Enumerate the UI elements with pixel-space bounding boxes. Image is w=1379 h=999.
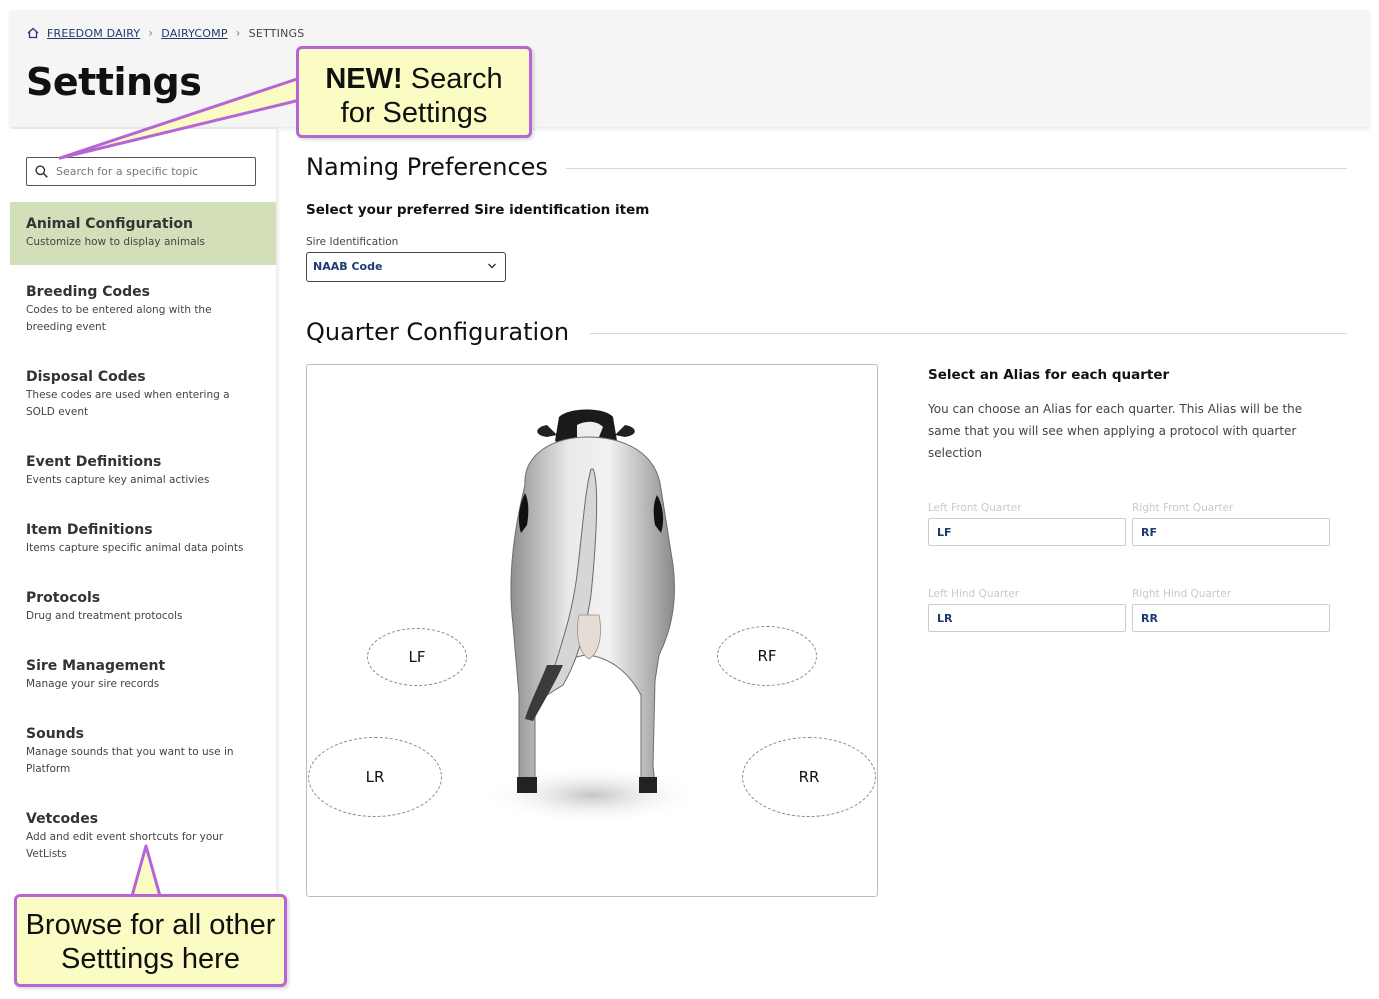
sidebar-item-desc: Manage your sire records [26, 678, 160, 690]
sidebar-item-desc: Events capture key animal activies [26, 474, 210, 486]
callout-search-text-line2: for Settings [340, 97, 488, 129]
callout-browse-line1: Browse for all other [25, 909, 276, 941]
section-divider [566, 168, 1347, 169]
sidebar-item-event-definitions[interactable]: Event Definitions Events capture key ani… [10, 440, 276, 503]
quarter-configuration-title: Quarter Configuration [306, 318, 570, 346]
settings-app: FREEDOM DAIRY › DAIRYCOMP › SETTINGS Set… [10, 10, 1369, 920]
sidebar-item-title: Sire Management [26, 658, 166, 674]
sidebar-item-breeding-codes[interactable]: Breeding Codes Codes to be entered along… [10, 270, 276, 350]
sire-id-select[interactable]: NAAB Code [306, 252, 506, 282]
callout-search-text: Search [402, 63, 503, 95]
lf-alias-input[interactable] [937, 526, 1117, 539]
chevron-down-icon [488, 263, 496, 269]
sidebar-item-title: Animal Configuration [26, 216, 193, 232]
sidebar-item-disposal-codes[interactable]: Disposal Codes These codes are used when… [10, 355, 276, 435]
chevron-right-icon: › [235, 26, 241, 40]
sidebar-item-item-definitions[interactable]: Item Definitions Items capture specific … [10, 508, 276, 571]
sidebar-item-protocols[interactable]: Protocols Drug and treatment protocols [10, 576, 276, 639]
lr-alias-input[interactable] [937, 612, 1117, 625]
page-title: Settings [26, 60, 202, 104]
sidebar-item-sounds[interactable]: Sounds Manage sounds that you want to us… [10, 712, 276, 792]
browse-callout: Browse for all other Setttings here [14, 894, 287, 987]
sidebar-item-title: Vetcodes [26, 811, 99, 827]
sidebar-item-desc: Customize how to display animals [26, 236, 206, 248]
quarter-ellipse-lf[interactable]: LF [367, 628, 467, 686]
search-input[interactable] [54, 164, 248, 179]
sidebar-item-title: Event Definitions [26, 454, 162, 470]
settings-sidebar: Animal Configuration Customize how to di… [10, 129, 276, 920]
sidebar-item-title: Disposal Codes [26, 369, 146, 385]
sidebar-item-desc: Codes to be entered along with the breed… [26, 304, 212, 333]
sidebar-item-desc: Add and edit event shortcuts for your Ve… [26, 831, 224, 860]
breadcrumb-settings: SETTINGS [248, 26, 305, 40]
rf-alias-input[interactable] [1141, 526, 1321, 539]
rr-alias-field[interactable] [1132, 604, 1330, 632]
sidebar-item-title: Sounds [26, 726, 84, 742]
sidebar-item-desc: These codes are used when entering a SOL… [26, 389, 230, 418]
quarter-ellipse-rr[interactable]: RR [742, 737, 876, 817]
sire-id-label: Sire Identification [306, 236, 399, 248]
sire-id-heading: Select your preferred Sire identificatio… [306, 202, 650, 218]
search-callout: NEW! Search for Settings [296, 46, 532, 138]
naming-preferences-title: Naming Preferences [306, 153, 548, 181]
chevron-right-icon: › [148, 26, 154, 40]
rr-alias-label: Right Hind Quarter [1132, 588, 1232, 600]
alias-description: You can choose an Alias for each quarter… [928, 402, 1303, 460]
page-header: FREEDOM DAIRY › DAIRYCOMP › SETTINGS Set… [10, 10, 1369, 127]
sidebar-item-desc: Items capture specific animal data point… [26, 542, 244, 554]
section-divider [590, 333, 1347, 334]
lf-alias-field[interactable] [928, 518, 1126, 546]
home-icon [27, 27, 39, 39]
search-icon [35, 165, 48, 178]
breadcrumb-freedom-dairy[interactable]: FREEDOM DAIRY [47, 27, 140, 40]
callout-browse-line2: Setttings here [61, 943, 240, 975]
quarter-ellipse-lr[interactable]: LR [308, 737, 442, 817]
rr-alias-input[interactable] [1141, 612, 1321, 625]
sidebar-item-animal-configuration[interactable]: Animal Configuration Customize how to di… [10, 202, 276, 265]
sire-id-selected-value: NAAB Code [313, 260, 383, 273]
sidebar-item-title: Breeding Codes [26, 284, 150, 300]
lf-alias-label: Left Front Quarter [928, 502, 1022, 514]
alias-heading: Select an Alias for each quarter [928, 367, 1170, 383]
sidebar-item-desc: Manage sounds that you want to use in Pl… [26, 746, 234, 775]
sidebar-item-title: Protocols [26, 590, 101, 606]
sidebar-item-desc: Drug and treatment protocols [26, 610, 183, 622]
sidebar-item-title: Item Definitions [26, 522, 153, 538]
search-box[interactable] [26, 157, 256, 186]
breadcrumb-dairycomp[interactable]: DAIRYCOMP [161, 27, 227, 40]
lr-alias-field[interactable] [928, 604, 1126, 632]
quarter-ellipse-rf[interactable]: RF [717, 626, 817, 686]
rf-alias-field[interactable] [1132, 518, 1330, 546]
sidebar-item-sire-management[interactable]: Sire Management Manage your sire records [10, 644, 276, 707]
breadcrumb: FREEDOM DAIRY › DAIRYCOMP › SETTINGS [27, 25, 304, 41]
callout-new-label: NEW! [325, 63, 403, 95]
rf-alias-label: Right Front Quarter [1132, 502, 1234, 514]
lr-alias-label: Left Hind Quarter [928, 588, 1020, 600]
sidebar-item-vetcodes[interactable]: Vetcodes Add and edit event shortcuts fo… [10, 797, 276, 877]
cow-quarter-diagram: LF RF LR RR [306, 364, 878, 897]
